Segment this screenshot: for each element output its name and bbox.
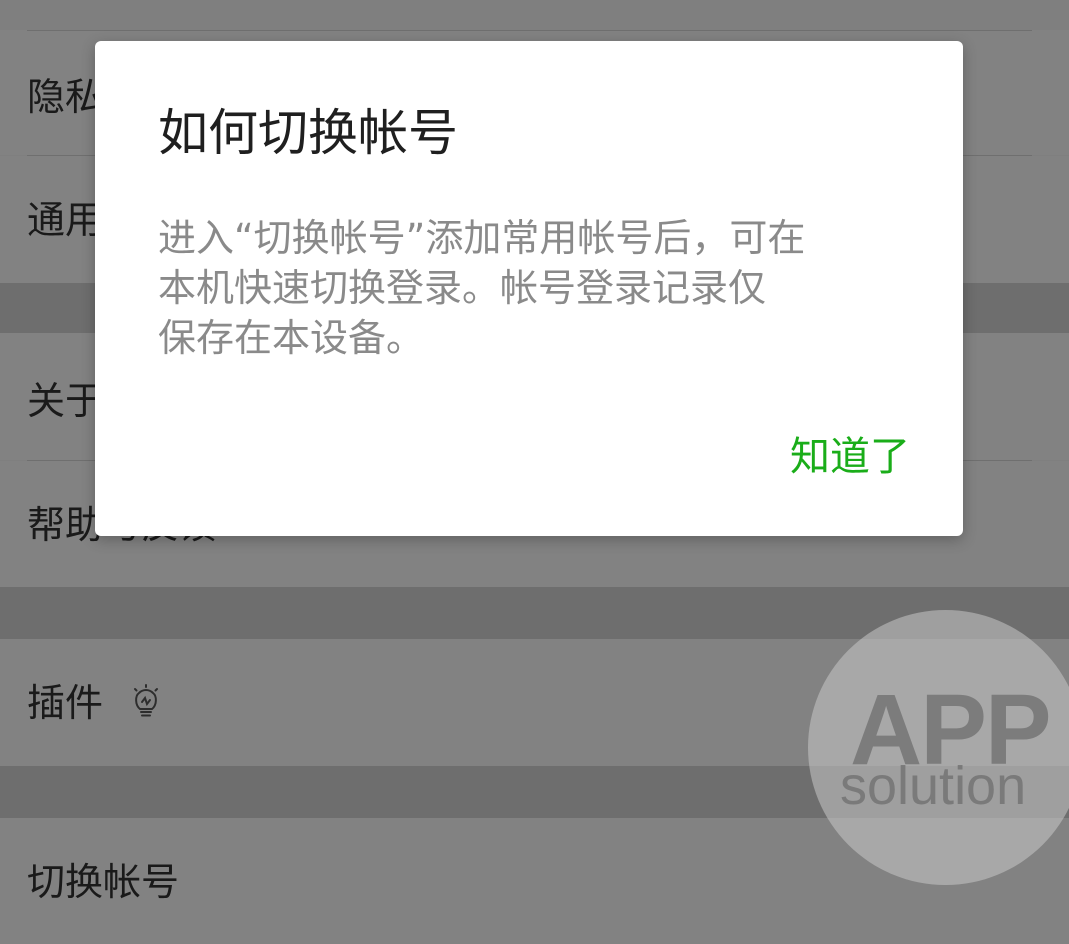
got-it-button[interactable]: 知道了 [770,429,910,485]
watermark-subtext: solution [840,756,1027,816]
divider [27,30,1032,31]
settings-item-label: 关于 [27,379,104,423]
dialog-message-line: 本机快速切换登录。帐号登录记录仅 [158,266,767,310]
settings-item-label: 通用 [27,198,104,242]
settings-item-label: 切换帐号 [27,860,180,904]
dialog-message-line: 保存在本设备。 [158,316,425,360]
dialog-message: 进入“切换帐号”添加常用帐号后，可在 本机快速切换登录。帐号登录记录仅 保存在本… [158,213,878,363]
dialog-title: 如何切换帐号 [158,104,458,162]
switch-account-dialog: 如何切换帐号 进入“切换帐号”添加常用帐号后，可在 本机快速切换登录。帐号登录记… [95,41,963,536]
lightbulb-icon [134,684,158,717]
settings-item-label: 隐私 [27,75,104,119]
dialog-message-line: 进入“切换帐号”添加常用帐号后，可在 [158,216,806,260]
settings-item-label: 插件 [27,681,104,725]
